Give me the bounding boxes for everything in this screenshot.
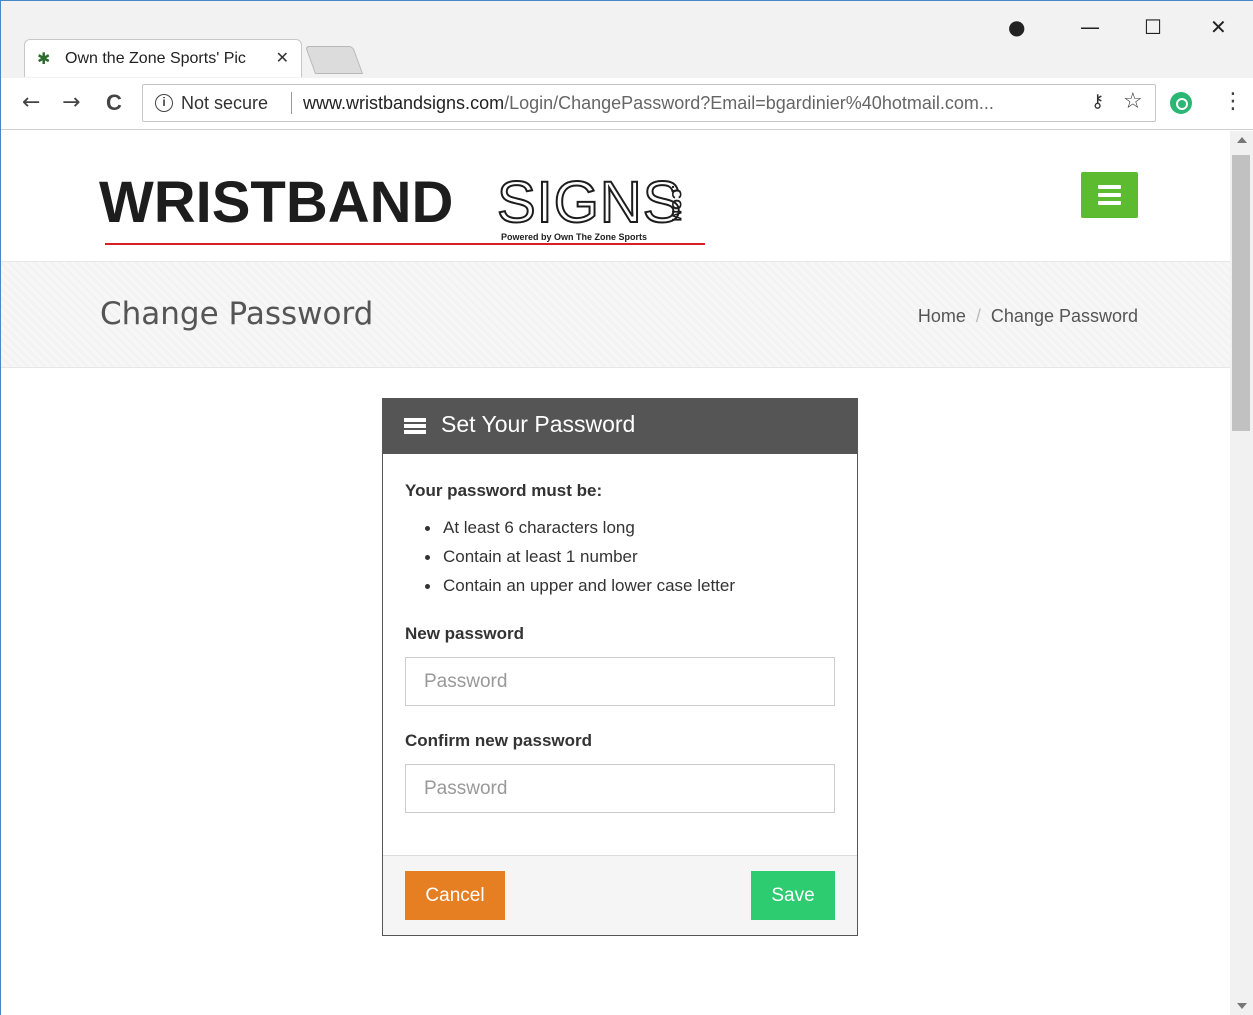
save-button[interactable]: Save: [751, 871, 835, 920]
site-logo[interactable]: WRISTBAND SIGNS .COM Powered by Own The …: [99, 170, 709, 249]
logo-underline: [105, 243, 705, 245]
password-rules-title: Your password must be:: [405, 481, 603, 500]
breadcrumb: Home / Change Password: [918, 306, 1138, 327]
new-password-label: New password: [405, 624, 525, 643]
set-password-panel: Set Your Password Your password must be:…: [382, 398, 858, 936]
server-icon: [404, 418, 426, 434]
logo-tagline: Powered by Own The Zone Sports: [501, 232, 648, 242]
address-bar[interactable]: i Not secure www.wristbandsigns.com/Logi…: [142, 84, 1156, 122]
logo-signs-text: SIGNS: [496, 170, 683, 236]
browser-titlebar: ✱ Own the Zone Sports' Pic ✕ ● — ☐ ✕: [0, 0, 1253, 80]
minimize-button[interactable]: —: [1080, 15, 1100, 39]
breadcrumb-home-link[interactable]: Home: [918, 306, 966, 326]
tab-close-icon[interactable]: ✕: [276, 48, 289, 67]
page-title: Change Password: [100, 296, 374, 332]
tab-favicon-icon: ✱: [37, 49, 51, 68]
breadcrumb-current: Change Password: [990, 306, 1138, 326]
window-border: [0, 0, 1, 1015]
panel-title: Set Your Password: [441, 411, 636, 437]
page-scrollbar[interactable]: [1230, 131, 1253, 1015]
url-path: /Login/ChangePassword?Email=bgardinier%4…: [504, 93, 994, 113]
url-text[interactable]: www.wristbandsigns.com/Login/ChangePassw…: [303, 93, 994, 114]
extension-icon[interactable]: [1170, 92, 1192, 114]
scroll-up-icon[interactable]: [1237, 137, 1247, 143]
web-page: WRISTBAND SIGNS .COM Powered by Own The …: [1, 131, 1230, 1015]
security-label[interactable]: Not secure: [181, 93, 268, 114]
page-title-band: Change Password Home / Change Password: [1, 261, 1230, 368]
breadcrumb-separator: /: [975, 306, 981, 326]
maximize-button[interactable]: ☐: [1144, 15, 1162, 39]
tab-title: Own the Zone Sports' Pic: [65, 50, 246, 67]
panel-footer: Cancel Save: [383, 855, 857, 935]
confirm-password-input[interactable]: [405, 764, 835, 813]
url-host: www.wristbandsigns.com: [303, 93, 505, 113]
menu-toggle-button[interactable]: [1081, 172, 1138, 218]
info-icon[interactable]: i: [155, 94, 173, 112]
cancel-button[interactable]: Cancel: [405, 871, 505, 920]
list-item: Contain an upper and lower case letter: [424, 571, 735, 600]
logo-wordmark: WRISTBAND: [99, 170, 454, 235]
scroll-down-icon[interactable]: [1237, 1003, 1247, 1009]
close-window-button[interactable]: ✕: [1210, 15, 1227, 39]
address-divider: [291, 92, 292, 114]
menu-dots-icon[interactable]: ⋮: [1222, 88, 1244, 116]
hamburger-bar: [1098, 185, 1121, 189]
key-icon[interactable]: ⚷: [1091, 91, 1104, 112]
star-icon[interactable]: ☆: [1123, 89, 1143, 114]
scroll-thumb[interactable]: [1232, 155, 1250, 431]
password-rules-list: At least 6 characters long Contain at le…: [424, 513, 735, 600]
confirm-password-label: Confirm new password: [405, 731, 593, 750]
reload-button[interactable]: C: [106, 90, 122, 116]
hamburger-bar: [1098, 193, 1121, 197]
back-button[interactable]: ←: [22, 90, 40, 116]
profile-icon[interactable]: ●: [1008, 15, 1025, 39]
new-tab-button[interactable]: [304, 46, 364, 74]
hamburger-bar: [1098, 201, 1121, 205]
site-header: WRISTBAND SIGNS .COM Powered by Own The …: [1, 131, 1230, 261]
list-item: At least 6 characters long: [424, 513, 735, 542]
new-password-input[interactable]: [405, 657, 835, 706]
panel-header: Set Your Password: [383, 399, 857, 454]
browser-toolbar: ← → C i Not secure www.wristbandsigns.co…: [0, 78, 1253, 130]
forward-button[interactable]: →: [62, 90, 80, 116]
list-item: Contain at least 1 number: [424, 542, 735, 571]
logo-com-text: .COM: [669, 185, 685, 222]
browser-tab-active[interactable]: ✱ Own the Zone Sports' Pic ✕: [24, 39, 302, 77]
